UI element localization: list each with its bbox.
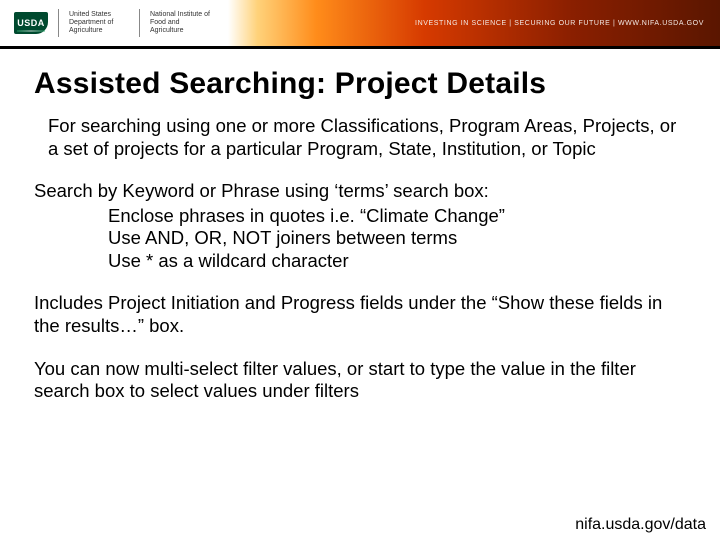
multiselect-paragraph: You can now multi-select filter values, …: [34, 358, 686, 403]
search-instructions: Search by Keyword or Phrase using ‘terms…: [34, 180, 686, 272]
slide-header: USDA United States Department of Agricul…: [0, 0, 720, 46]
header-gradient: INVESTING IN SCIENCE | SECURING OUR FUTU…: [228, 0, 720, 46]
header-logos: USDA United States Department of Agricul…: [0, 0, 228, 46]
usda-logo: USDA: [14, 12, 48, 34]
search-tip-wildcard: Use * as a wildcard character: [34, 250, 686, 273]
header-tagline: INVESTING IN SCIENCE | SECURING OUR FUTU…: [415, 20, 704, 27]
divider: [139, 9, 140, 37]
search-lead: Search by Keyword or Phrase using ‘terms…: [34, 180, 686, 203]
org-text-1: United States Department of Agriculture: [69, 11, 129, 35]
footer-url: nifa.usda.gov/data: [575, 516, 706, 534]
usda-mark-icon: USDA: [14, 12, 48, 34]
intro-paragraph: For searching using one or more Classifi…: [34, 115, 686, 160]
search-tip-joiners: Use AND, OR, NOT joiners between terms: [34, 227, 686, 250]
divider: [58, 9, 59, 37]
includes-paragraph: Includes Project Initiation and Progress…: [34, 292, 686, 337]
slide-content: Assisted Searching: Project Details For …: [0, 49, 720, 403]
search-tip-quotes: Enclose phrases in quotes i.e. “Climate …: [34, 205, 686, 228]
slide-title: Assisted Searching: Project Details: [34, 67, 686, 101]
org-text-2: National Institute of Food and Agricultu…: [150, 11, 210, 35]
